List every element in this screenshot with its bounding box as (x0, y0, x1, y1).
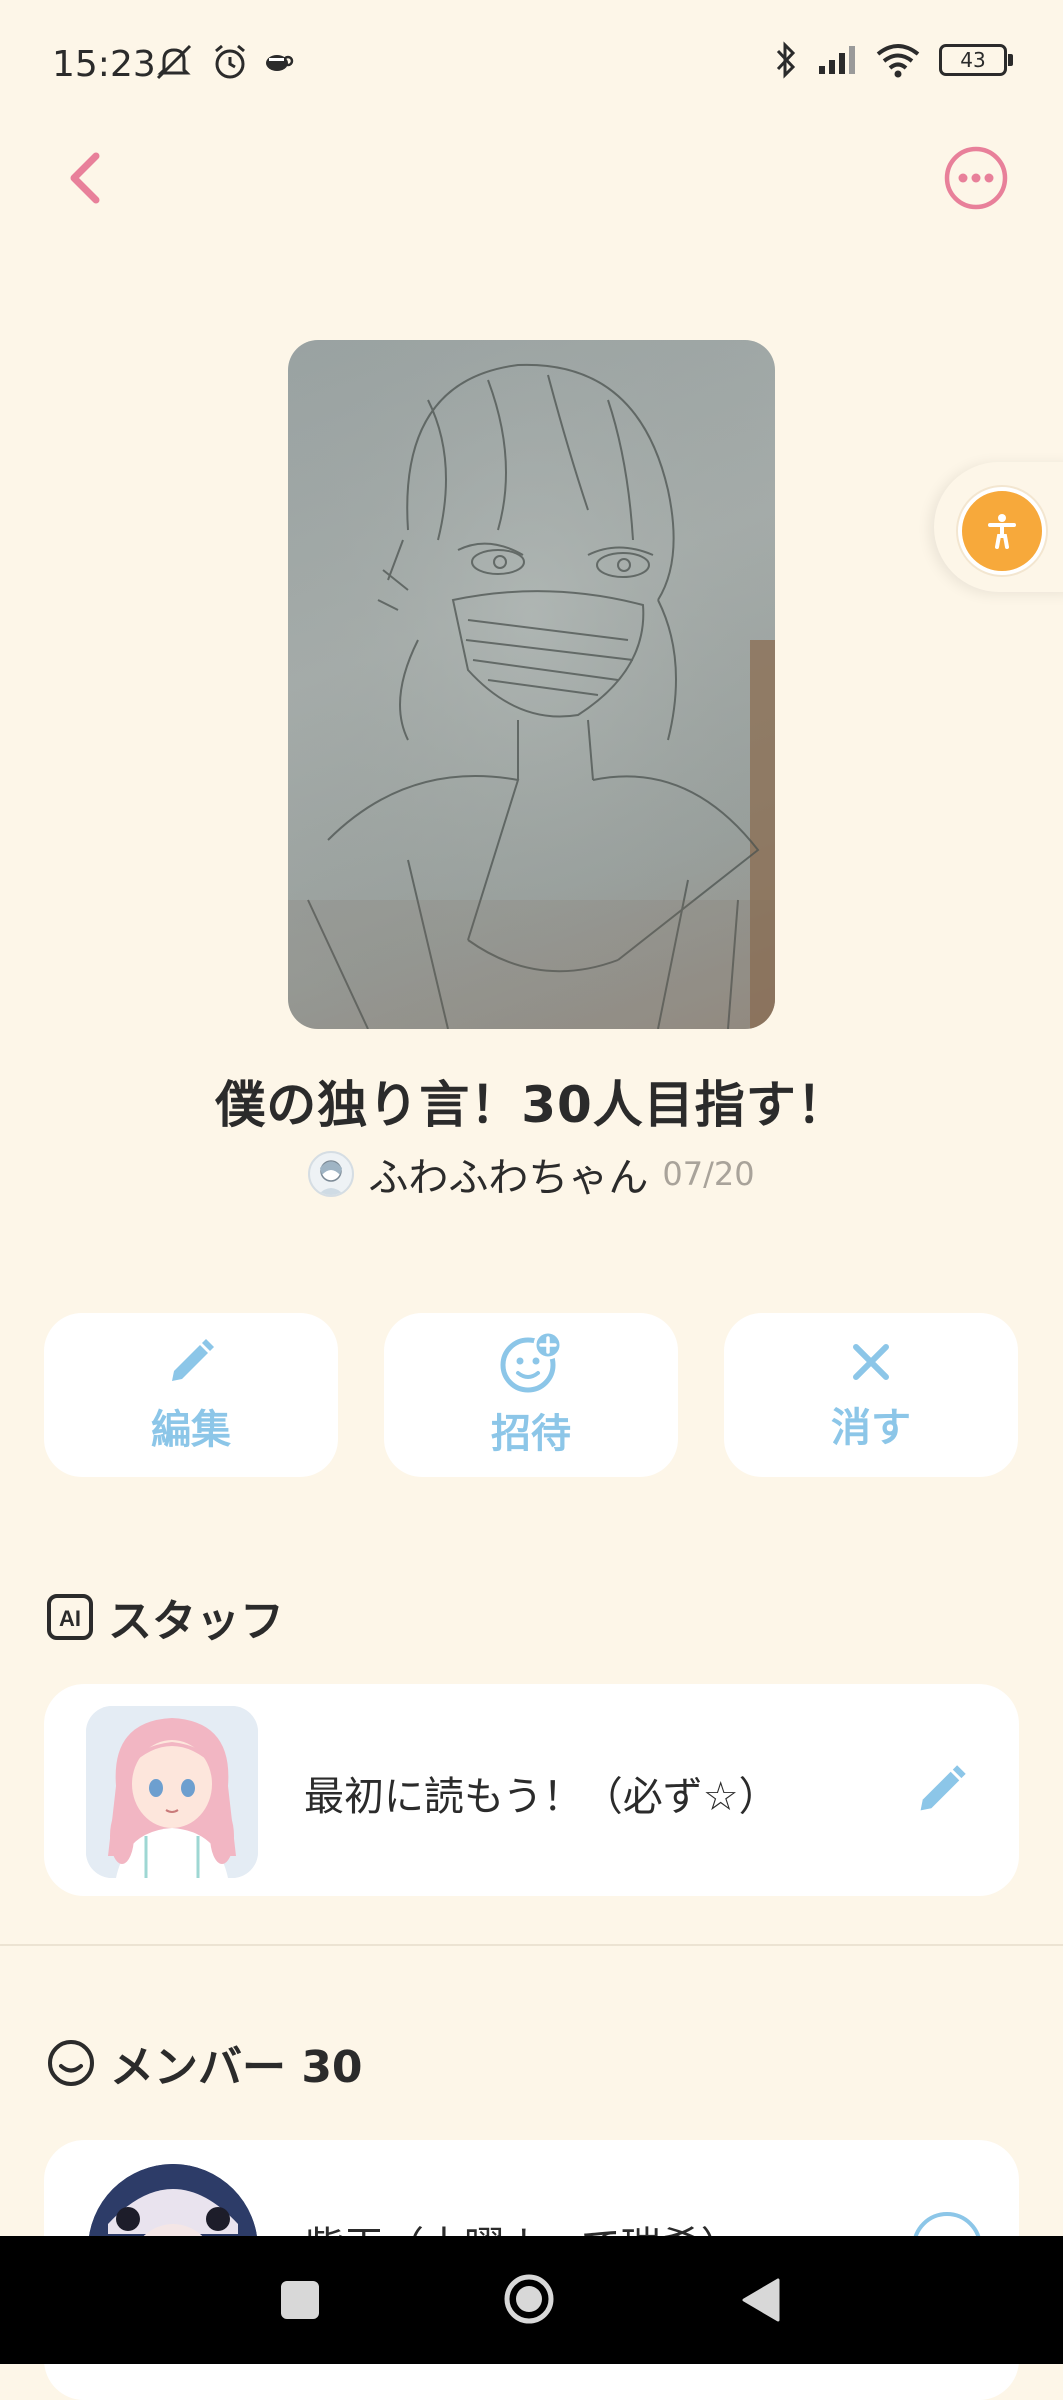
invite-icon (500, 1331, 563, 1393)
alarm-icon (215, 44, 245, 79)
chevron-left-icon (70, 152, 100, 204)
author-name[interactable]: ふわふわちゃん (368, 1145, 648, 1203)
nav-back-button[interactable] (740, 2276, 782, 2324)
room-title: 僕の独り言！30人目指す！ (215, 1076, 848, 1134)
home-circle-icon (504, 2274, 554, 2324)
staff-edit-button[interactable] (912, 1761, 970, 1819)
wifi-icon (876, 44, 920, 78)
staff-thumbnail[interactable] (86, 1706, 258, 1878)
status-icons-right: 43 (773, 40, 1013, 80)
ai-badge-text: AI (59, 1606, 81, 1631)
staff-item-text[interactable]: 最初に読もう！（必ず☆） (304, 1764, 779, 1822)
status-icons-left (152, 42, 294, 82)
staff-character-image (86, 1706, 258, 1878)
avatar-icon (318, 1160, 345, 1195)
ai-badge-icon: AI (47, 1594, 93, 1640)
accessibility-button[interactable] (958, 487, 1046, 575)
delete-label: 消す (831, 1405, 911, 1451)
delete-button[interactable]: 消す (724, 1313, 1018, 1477)
author-row[interactable]: ふわふわちゃん 07/20 (0, 1145, 1063, 1203)
invite-button[interactable]: 招待 (384, 1313, 678, 1477)
battery-icon: 43 (939, 44, 1013, 76)
sketch-illustration (288, 340, 775, 1029)
pencil-icon (920, 1765, 966, 1811)
accessibility-icon (988, 514, 1016, 549)
triangle-back-icon (742, 2278, 780, 2322)
signal-icon (819, 46, 855, 74)
recent-apps-button[interactable] (281, 2281, 319, 2319)
staff-section-title: AI スタッフ (46, 1585, 284, 1649)
more-horizontal-icon (944, 146, 1008, 210)
cup-icon (266, 55, 294, 71)
edit-label: 編集 (151, 1407, 231, 1453)
smile-icon (48, 2040, 94, 2086)
more-button[interactable] (943, 145, 1009, 211)
post-date: 07/20 (662, 1155, 755, 1193)
room-cover-image[interactable] (288, 340, 775, 1029)
pencil-icon (172, 1339, 214, 1381)
edit-button[interactable]: 編集 (44, 1313, 338, 1477)
close-icon (853, 1344, 889, 1380)
invite-label: 招待 (491, 1411, 571, 1457)
mute-icon (156, 44, 192, 80)
members-section-label: メンバー 30 (110, 2042, 363, 2093)
section-divider (0, 1944, 1063, 1946)
author-avatar[interactable] (308, 1151, 355, 1197)
bluetooth-icon (776, 41, 796, 79)
back-button[interactable] (58, 146, 114, 210)
staff-section-label: スタッフ (108, 1596, 284, 1647)
home-button[interactable] (503, 2273, 555, 2325)
members-section-title: メンバー 30 (46, 2031, 363, 2095)
status-time: 15:23 (52, 44, 156, 85)
